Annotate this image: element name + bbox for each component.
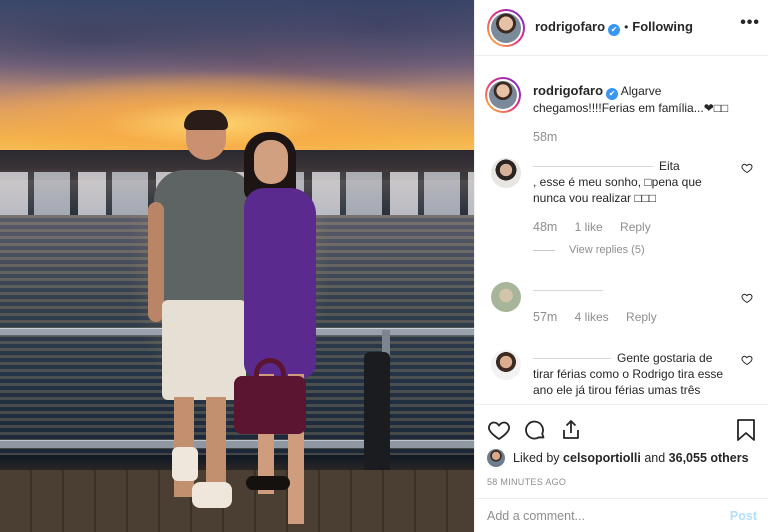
redacted-username bbox=[533, 290, 603, 292]
comment-likes[interactable]: 4 likes bbox=[575, 310, 609, 324]
liker-avatar[interactable] bbox=[487, 449, 505, 467]
reply-button[interactable]: Reply bbox=[626, 310, 657, 324]
comment-item: 57m 4 likes Reply bbox=[487, 282, 757, 324]
comment-avatar[interactable] bbox=[491, 158, 521, 188]
post-actions: Liked by celsoportiolli and 36,055 other… bbox=[475, 404, 768, 487]
replies-line bbox=[533, 249, 555, 251]
following-button[interactable]: Following bbox=[632, 19, 693, 34]
comment-text-prefix: Eita bbox=[659, 159, 680, 173]
verified-icon: ✔ bbox=[606, 88, 619, 100]
comment-like-heart-icon[interactable] bbox=[741, 292, 753, 304]
woman-figure bbox=[234, 132, 326, 532]
comment-time[interactable]: 57m bbox=[533, 310, 557, 324]
comment-item: Eita , esse é meu sonho, □pena que nunca… bbox=[487, 158, 757, 256]
view-replies-button[interactable]: View replies (5) bbox=[533, 244, 757, 256]
post-photo[interactable] bbox=[0, 0, 474, 532]
caption-time[interactable]: 58m bbox=[533, 130, 557, 144]
caption-username[interactable]: rodrigofaro bbox=[533, 83, 603, 98]
comments-list[interactable]: rodrigofaro ✔ Algarve chegamos!!!!Ferias … bbox=[475, 57, 768, 403]
liked-by-prefix: Liked by bbox=[513, 451, 560, 465]
avatar-story-ring[interactable] bbox=[487, 8, 525, 47]
avatar bbox=[491, 12, 521, 43]
heart-icon[interactable] bbox=[487, 418, 511, 442]
comment-avatar[interactable] bbox=[491, 350, 521, 380]
instagram-post: rodrigofaro ✔ • Following ••• rodrigofaro ✔ … bbox=[0, 0, 768, 532]
post-timestamp[interactable]: 58 MINUTES AGO bbox=[487, 477, 757, 487]
view-replies-label: View replies (5) bbox=[569, 244, 645, 256]
likes-count[interactable]: 36,055 others bbox=[669, 451, 749, 465]
redacted-username bbox=[533, 166, 653, 168]
comment-input[interactable]: Add a comment... bbox=[487, 509, 730, 523]
likes-summary[interactable]: Liked by celsoportiolli and 36,055 other… bbox=[487, 449, 757, 467]
post-header: rodrigofaro ✔ • Following ••• bbox=[475, 0, 768, 56]
handbag bbox=[234, 376, 306, 434]
post-sidebar: rodrigofaro ✔ • Following ••• rodrigofaro ✔ … bbox=[474, 0, 768, 532]
share-icon[interactable] bbox=[559, 418, 583, 442]
header-username[interactable]: rodrigofaro bbox=[535, 19, 605, 34]
verified-icon: ✔ bbox=[608, 24, 621, 36]
comment-time[interactable]: 48m bbox=[533, 220, 557, 234]
comment-icon[interactable] bbox=[523, 418, 547, 442]
more-icon[interactable]: ••• bbox=[740, 14, 760, 32]
comment-likes[interactable]: 1 like bbox=[575, 220, 603, 234]
comment-like-heart-icon[interactable] bbox=[741, 162, 753, 174]
comment-item: Gente gostaria de tirar férias como o Ro… bbox=[487, 350, 757, 403]
post-comment-button[interactable]: Post bbox=[730, 509, 757, 523]
liked-by-user[interactable]: celsoportiolli bbox=[563, 451, 641, 465]
reply-button[interactable]: Reply bbox=[620, 220, 651, 234]
redacted-username bbox=[533, 358, 611, 360]
bookmark-icon[interactable] bbox=[735, 418, 757, 442]
caption: rodrigofaro ✔ Algarve chegamos!!!!Ferias … bbox=[485, 77, 757, 144]
caption-avatar-ring[interactable] bbox=[485, 77, 521, 113]
bollard bbox=[364, 352, 390, 470]
comment-box: Add a comment... Post bbox=[475, 498, 768, 532]
liked-by-and: and bbox=[644, 451, 666, 465]
comment-like-heart-icon[interactable] bbox=[741, 354, 753, 366]
comment-avatar[interactable] bbox=[491, 282, 521, 312]
comment-text: , esse é meu sonho, □pena que nunca vou … bbox=[533, 175, 702, 205]
separator-dot: • bbox=[624, 20, 629, 34]
avatar bbox=[489, 81, 517, 109]
